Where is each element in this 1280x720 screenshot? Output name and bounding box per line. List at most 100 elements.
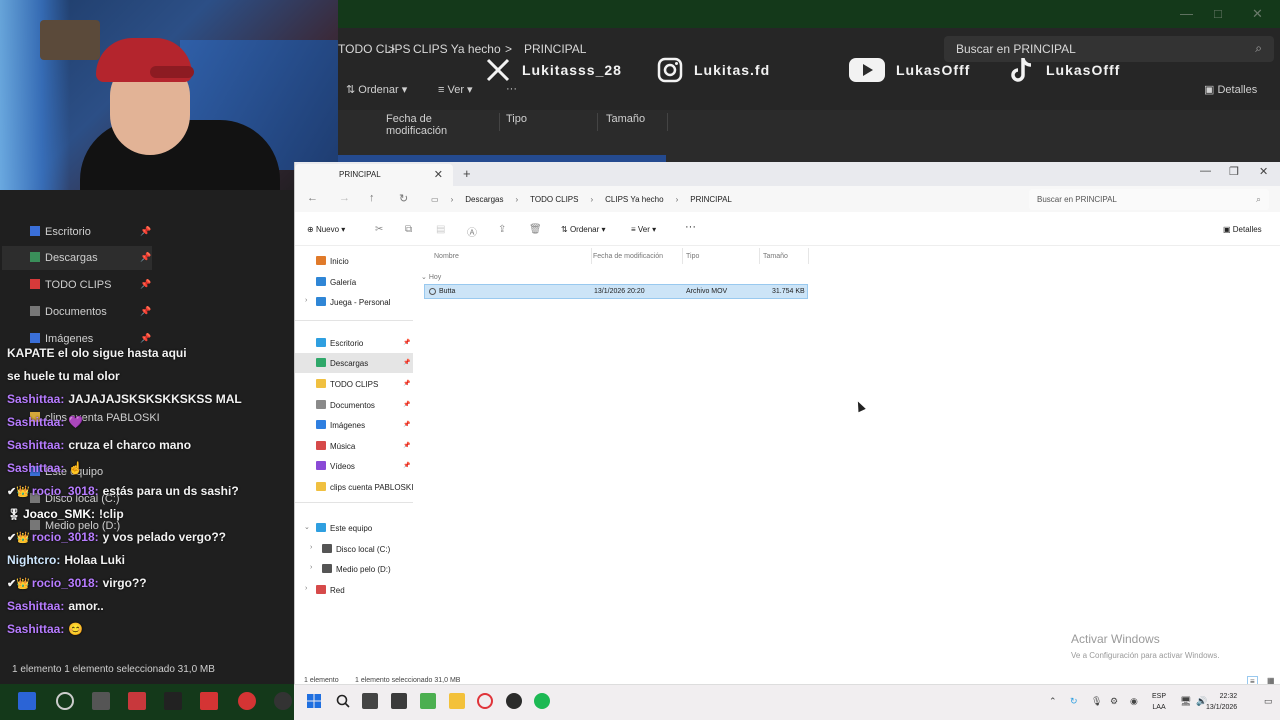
view-button[interactable]: ≡ Ver ▾	[631, 225, 656, 234]
details-button[interactable]: ▣ Detalles	[1223, 225, 1262, 234]
pin-icon[interactable]: 📌	[403, 401, 410, 408]
bg-column-header[interactable]: Fecha de modificación	[386, 113, 500, 137]
chevron-icon[interactable]: ›	[310, 544, 312, 551]
minimize-icon[interactable]: —	[1200, 165, 1211, 177]
search-icon[interactable]	[56, 692, 74, 710]
column-divider[interactable]	[759, 248, 760, 264]
breadcrumb-item[interactable]: Descargas	[465, 195, 503, 204]
nav-item[interactable]: Imágenes 📌	[295, 415, 413, 435]
minecraft-icon[interactable]	[420, 693, 436, 709]
app-tray-icon[interactable]: ◉	[1130, 696, 1138, 707]
opera-icon[interactable]	[238, 692, 256, 710]
bg-maximize-icon[interactable]: □	[1214, 6, 1222, 21]
breadcrumb-item[interactable]: TODO CLIPS	[530, 195, 578, 204]
app-icon[interactable]	[128, 692, 146, 710]
maximize-icon[interactable]: ❐	[1229, 165, 1239, 178]
column-header-type[interactable]: Tipo	[686, 253, 699, 260]
sort-button[interactable]: ⇅ Ordenar ▾	[561, 225, 606, 234]
chevron-icon[interactable]: ›	[305, 585, 307, 592]
nav-item[interactable]: Vídeos 📌	[295, 456, 413, 476]
pin-icon[interactable]: 📌	[403, 462, 410, 469]
bg-nav-item[interactable]: Documentos 📌	[30, 306, 151, 318]
nav-item[interactable]: Documentos 📌	[295, 395, 413, 415]
column-divider[interactable]	[682, 248, 683, 264]
bg-breadcrumb[interactable]: TODO CLIPS	[338, 42, 410, 56]
chat-username[interactable]: rocio_3018:	[32, 576, 99, 590]
close-tab-icon[interactable]: ✕	[434, 168, 443, 181]
bg-breadcrumb[interactable]: PRINCIPAL	[524, 42, 586, 56]
chat-username[interactable]: Sashittaa:	[7, 622, 64, 636]
language-indicator[interactable]: ESP LAA	[1152, 691, 1166, 713]
column-header-modified[interactable]: Fecha de modificación	[593, 253, 663, 260]
group-header[interactable]: ⌄ Hoy	[421, 273, 441, 281]
chat-username[interactable]: Sashittaa:	[7, 438, 64, 452]
app-icon[interactable]	[274, 692, 292, 710]
bg-close-icon[interactable]: ✕	[1252, 6, 1263, 22]
search-input[interactable]: Buscar en PRINCIPAL ⌕	[1029, 189, 1269, 210]
start-icon[interactable]	[18, 692, 36, 710]
opera-gx-icon[interactable]	[477, 693, 493, 709]
nav-item[interactable]: clips cuenta PABLOSKI	[295, 477, 413, 497]
nav-item[interactable]: › Red	[295, 580, 413, 600]
forward-icon[interactable]: →	[339, 192, 350, 204]
paste-icon[interactable]: ▤	[436, 224, 445, 235]
chevron-icon[interactable]: ›	[305, 297, 307, 304]
chat-username[interactable]: Sashittaa:	[7, 392, 64, 406]
nav-item[interactable]: › Juega - Personal	[295, 292, 413, 312]
column-header-name[interactable]: Nombre	[434, 253, 459, 260]
breadcrumb-item[interactable]: CLIPS Ya hecho	[605, 195, 663, 204]
bg-nav-item[interactable]: Descargas 📌	[30, 252, 151, 264]
chat-username[interactable]: Joaco_SMK:	[23, 507, 95, 521]
new-tab-icon[interactable]: +	[463, 166, 471, 181]
column-divider[interactable]	[591, 248, 592, 264]
chat-username[interactable]: rocio_3018:	[32, 530, 99, 544]
pin-icon[interactable]: 📌	[403, 339, 410, 346]
microphone-icon[interactable]: 🎙	[1091, 696, 1102, 707]
app-icon[interactable]	[164, 692, 182, 710]
nav-item[interactable]: Música 📌	[295, 436, 413, 456]
new-button[interactable]: ⊕ Nuevo ▾	[307, 225, 345, 234]
task-view-icon[interactable]	[92, 692, 110, 710]
rename-icon[interactable]: Ⓐ	[467, 224, 477, 239]
pin-icon[interactable]: 📌	[403, 442, 410, 449]
chat-username[interactable]: Sashittaa:	[7, 599, 64, 613]
bg-column-header[interactable]: Tamaño	[606, 113, 668, 131]
bg-sort-button[interactable]: ⇅ Ordenar ▾	[346, 83, 407, 96]
nav-item[interactable]: Descargas 📌	[295, 353, 413, 373]
nav-item[interactable]: TODO CLIPS 📌	[295, 374, 413, 394]
pin-icon[interactable]: 📌	[403, 421, 410, 428]
nav-item[interactable]: › Disco local (C:)	[295, 539, 413, 559]
file-row[interactable]: Butta 13/1/2026 20:20 Archivo MOV 31.754…	[424, 284, 808, 299]
search-icon[interactable]	[335, 693, 351, 709]
chat-username[interactable]: Sashittaa:	[7, 415, 64, 429]
close-icon[interactable]: ✕	[1259, 165, 1268, 178]
spotify-icon[interactable]	[534, 693, 550, 709]
copy-icon[interactable]: ⧉	[405, 224, 412, 235]
sync-icon[interactable]: ↻	[1070, 696, 1078, 707]
nav-item[interactable]: Galería	[295, 272, 413, 292]
app-icon[interactable]	[391, 693, 407, 709]
clock[interactable]: 22:32 13/1/2026	[1206, 691, 1237, 713]
bg-column-header[interactable]: Tipo	[506, 113, 598, 131]
bg-minimize-icon[interactable]: —	[1180, 6, 1193, 21]
task-view-icon[interactable]	[362, 693, 378, 709]
more-options-button[interactable]: ···	[685, 221, 696, 233]
bg-breadcrumb[interactable]: CLIPS Ya hecho	[413, 42, 501, 56]
nav-item[interactable]: Escritorio 📌	[295, 333, 413, 353]
windows-start-icon[interactable]	[306, 693, 322, 709]
file-explorer-icon[interactable]	[449, 693, 465, 709]
bg-nav-item[interactable]: Escritorio 📌	[30, 226, 151, 238]
bg-view-button[interactable]: ≡ Ver ▾	[438, 83, 473, 96]
chevron-icon[interactable]: ›	[310, 564, 312, 571]
column-divider[interactable]	[808, 248, 809, 264]
up-icon[interactable]: ↑	[369, 192, 375, 204]
notifications-icon[interactable]: ▭	[1264, 696, 1273, 707]
refresh-icon[interactable]: ↻	[399, 192, 408, 205]
chevron-icon[interactable]: ⌄	[304, 523, 310, 531]
app-icon[interactable]	[200, 692, 218, 710]
share-icon[interactable]: ⇪	[498, 224, 506, 235]
chevron-up-icon[interactable]: ⌃	[1049, 696, 1057, 707]
breadcrumb-item[interactable]: PRINCIPAL	[690, 195, 732, 204]
column-header-size[interactable]: Tamaño	[763, 253, 788, 260]
pc-icon[interactable]: ▭	[431, 195, 439, 204]
